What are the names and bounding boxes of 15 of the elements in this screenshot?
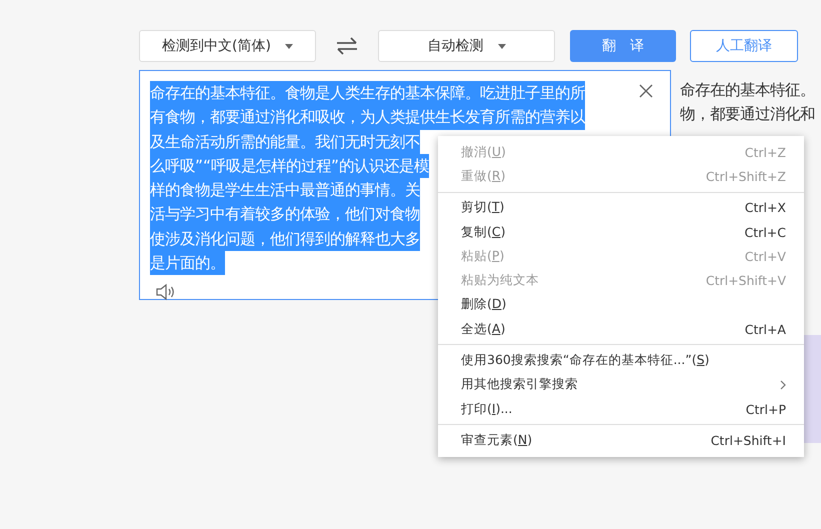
menu-item[interactable]: 全选(A) Ctrl+A — [438, 317, 804, 342]
speaker-icon[interactable] — [155, 283, 175, 302]
caret-icon — [498, 44, 506, 48]
caret-icon — [284, 44, 293, 48]
source-language-dropdown[interactable]: 检测到中文(简体) — [139, 30, 316, 62]
menu-item[interactable]: 使用360搜索搜索“命存在的基本特征...”(S) — [438, 348, 804, 373]
target-language-dropdown[interactable]: 自动检测 — [378, 30, 555, 62]
chevron-right-icon — [780, 380, 786, 390]
menu-item[interactable]: 审查元素(N) Ctrl+Shift+I — [438, 428, 804, 453]
menu-item[interactable]: 打印(I)... Ctrl+P — [438, 396, 804, 422]
translation-text-line: 命存在的基本特征。 — [680, 80, 815, 101]
close-icon[interactable] — [639, 84, 653, 98]
translation-text-line: 物，都要通过消化和 — [680, 104, 815, 126]
swap-arrows-icon[interactable] — [335, 36, 359, 56]
menu-item[interactable]: 用其他搜索引擎搜索 — [438, 372, 804, 397]
